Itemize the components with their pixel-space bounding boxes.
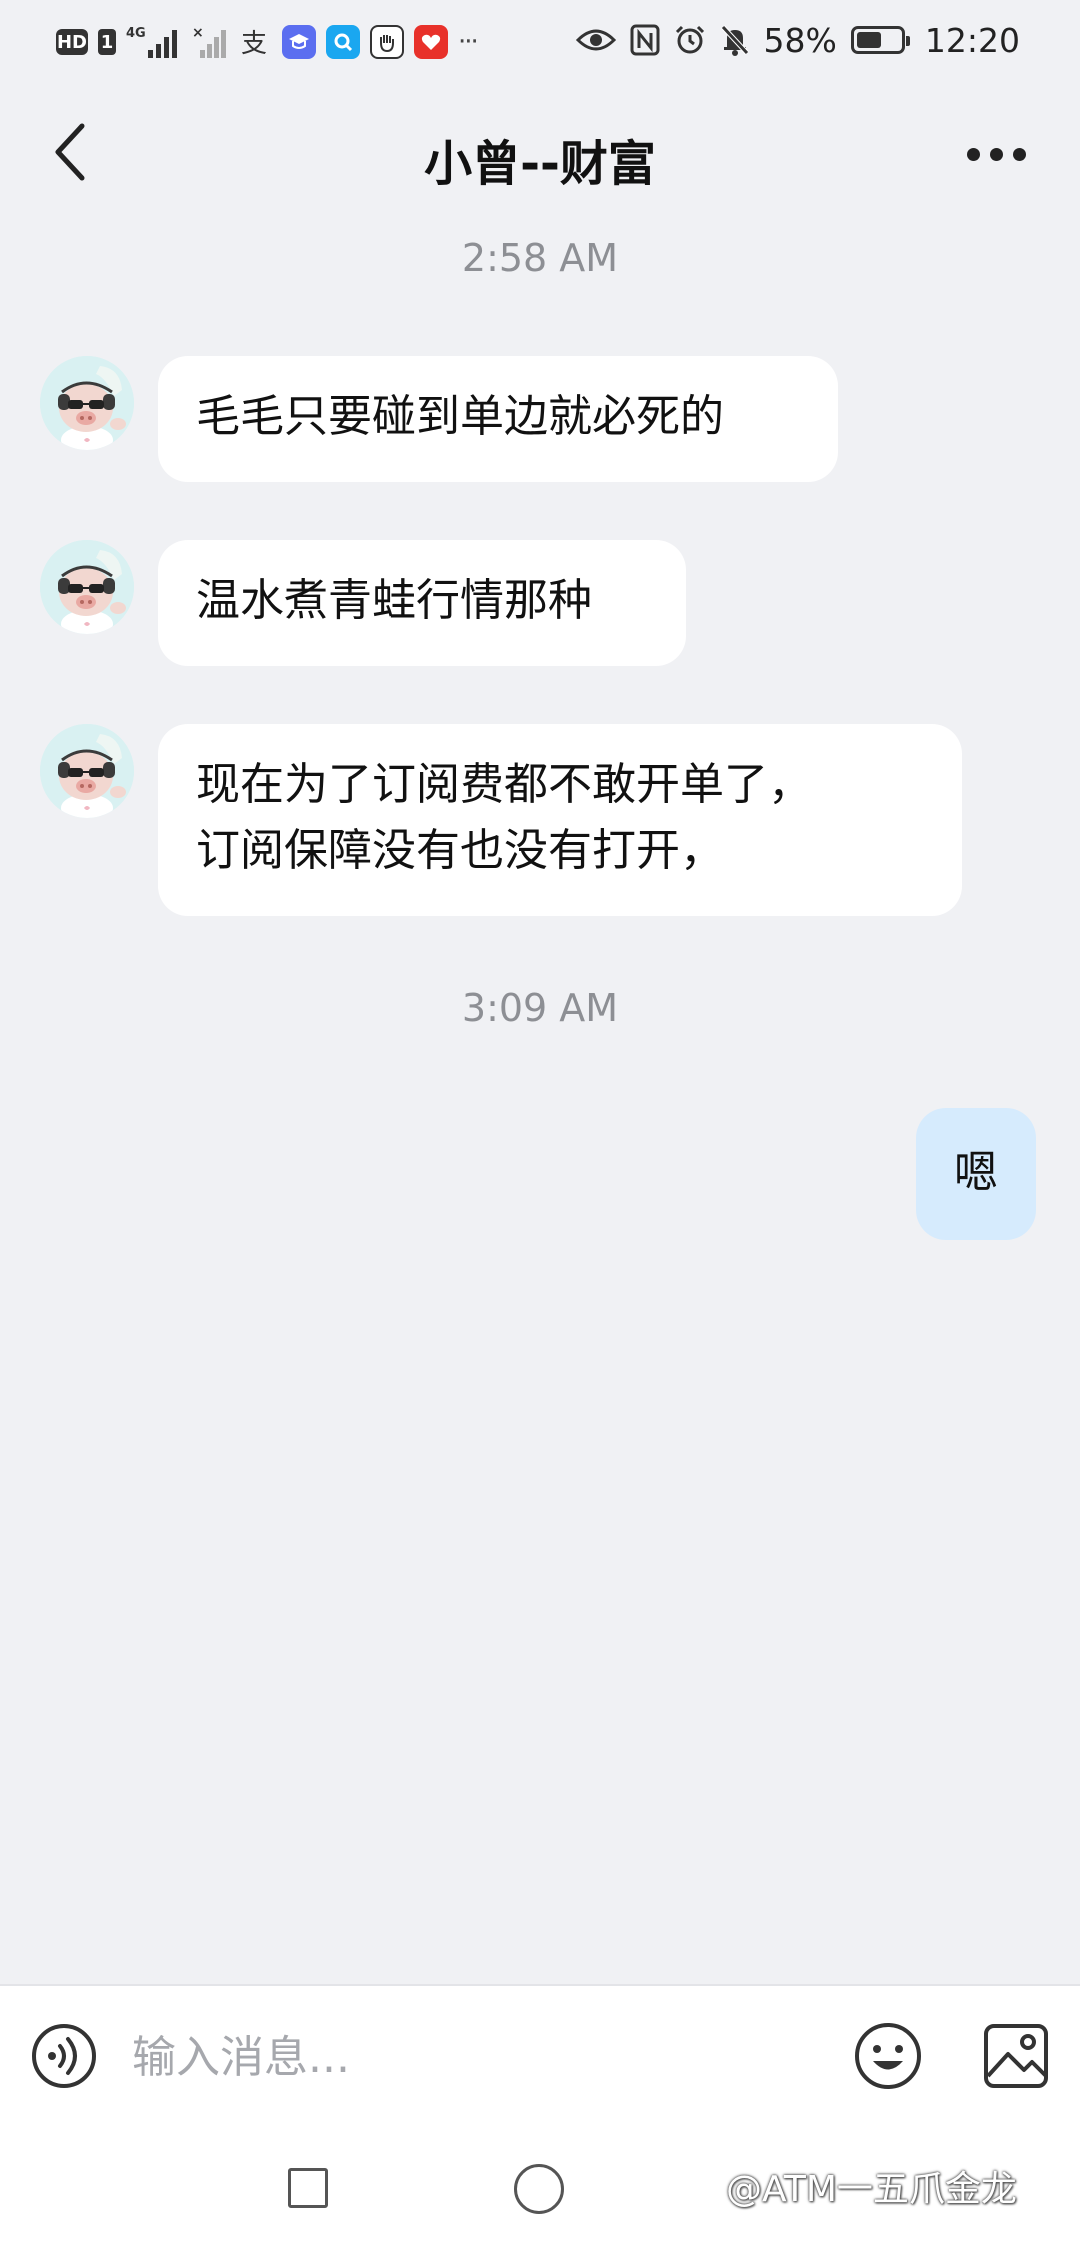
search-app-icon [326,25,360,59]
alipay-icon: 支 [238,24,272,60]
chat-screen: HD 1 4G × 支 ··· 58% 12:20 小曾--财富 2:58 AM… [0,0,1080,2244]
watermark-text: @ATM一五爪金龙 [726,2169,1017,2210]
chat-title: 小曾--财富 [424,136,656,192]
status-right-group: 58% 12:20 [575,18,1020,62]
recent-apps-button[interactable] [288,2168,328,2208]
contact-avatar[interactable] [40,356,134,450]
battery-fill [856,32,881,48]
contact-avatar[interactable] [40,724,134,818]
image-picker-button[interactable] [980,2020,1052,2092]
more-notifications-icon: ··· [458,27,479,57]
status-bar: HD 1 4G × 支 ··· 58% 12:20 [0,0,1080,84]
more-dot-icon [1012,147,1026,161]
message-bubble-incoming[interactable]: 温水煮青蛙行情那种 [158,540,686,666]
hand-app-icon [370,25,404,59]
status-time: 12:20 [924,20,1020,60]
message-bubble-outgoing[interactable]: 嗯 [916,1108,1036,1240]
contact-avatar[interactable] [40,540,134,634]
voice-input-button[interactable] [30,2022,98,2090]
education-app-icon [282,25,316,59]
emoji-button[interactable] [852,2020,924,2092]
signal-no-sim-icon: × [192,24,228,60]
message-input[interactable] [130,2016,814,2098]
svg-text:×: × [192,25,204,41]
svg-text:支: 支 [241,29,267,59]
pig-avatar-icon [40,540,134,634]
hd-badge: HD [56,29,88,55]
alarm-icon [674,22,706,58]
message-timestamp: 2:58 AM [461,236,619,280]
eye-icon [575,22,616,58]
smiley-icon [855,2023,921,2089]
nfc-icon [630,22,660,58]
voice-wave-icon [32,2024,96,2088]
pig-avatar-icon [40,724,134,818]
image-icon [984,2024,1048,2088]
more-dot-icon [966,147,980,161]
home-button[interactable] [514,2164,564,2214]
more-options-button[interactable] [956,124,1036,184]
battery-percent: 58% [763,20,837,60]
message-bubble-incoming[interactable]: 现在为了订阅费都不敢开单了， 订阅保障没有也没有打开， [158,724,962,916]
network-label: 4G [126,26,146,41]
sim-badge: 1 [98,29,116,55]
status-left-group: HD 1 4G × 支 ··· [56,20,479,64]
system-nav-bar: @ATM一五爪金龙 [0,2134,1080,2244]
battery-icon [850,26,910,54]
message-timestamp: 3:09 AM [461,986,619,1030]
more-dot-icon [989,147,1003,161]
mute-bell-icon [720,22,750,58]
message-bubble-incoming[interactable]: 毛毛只要碰到单边就必死的 [158,356,838,482]
pig-avatar-icon [40,356,134,450]
chat-header: 小曾--财富 [0,84,1080,224]
pinduoduo-app-icon [414,25,448,59]
message-input-bar [0,1984,1080,2136]
signal-4g-icon: 4G [126,24,182,60]
